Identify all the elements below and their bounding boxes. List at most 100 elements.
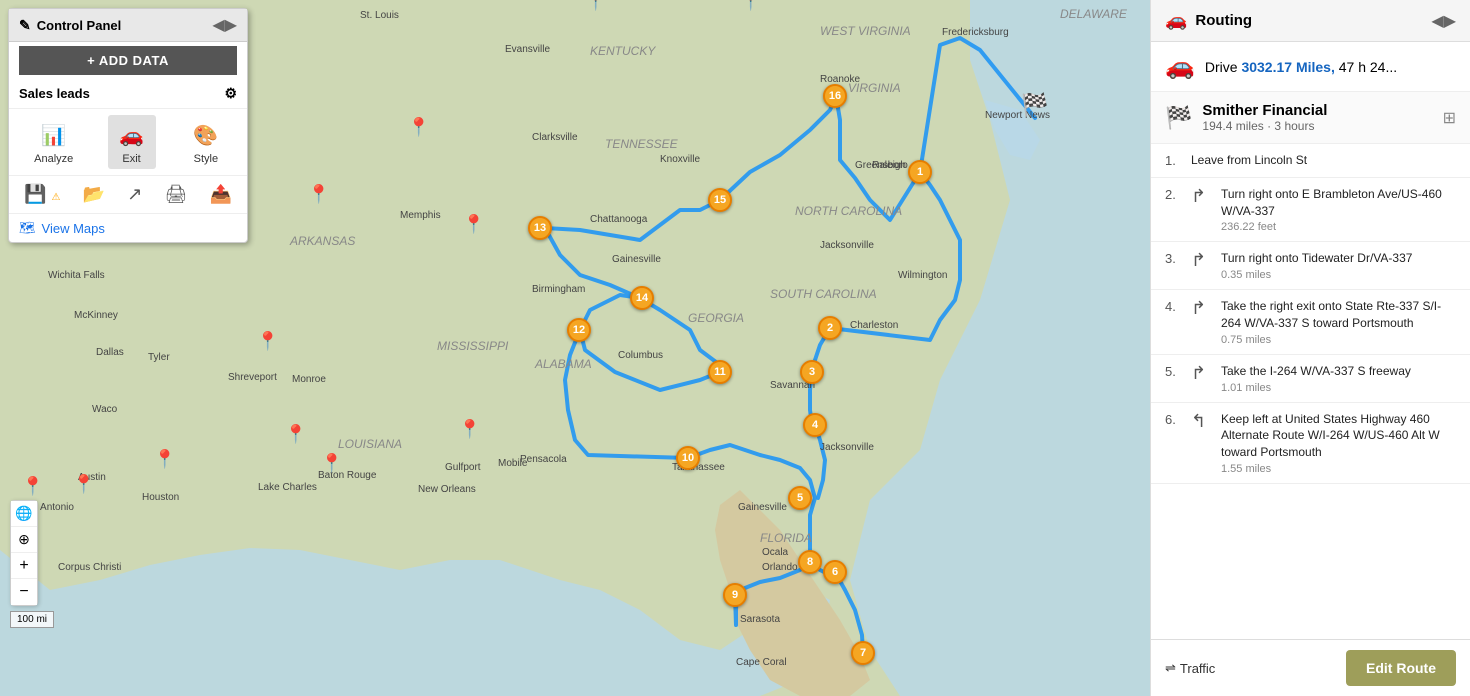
red-pin: 📍: [154, 449, 176, 470]
route-marker-4[interactable]: 4: [803, 413, 827, 437]
export-button[interactable]: 📤: [203, 182, 237, 207]
routing-expand-button[interactable]: ◀▶: [1431, 11, 1456, 31]
route-marker-14[interactable]: 14: [630, 286, 654, 310]
sales-leads-section: Sales leads ⚙: [9, 79, 247, 109]
direction-item-6: 6. ↰ Keep left at United States Highway …: [1151, 403, 1470, 484]
sales-leads-label: Sales leads: [19, 86, 90, 101]
route-marker-9[interactable]: 9: [723, 583, 747, 607]
zoom-out-button[interactable]: −: [11, 579, 37, 605]
zoom-location-button[interactable]: ⊕: [11, 527, 37, 553]
direction-item-4: 4. ↱ Take the right exit onto State Rte-…: [1151, 290, 1470, 355]
dir-text-3: Turn right onto Tidewater Dr/VA-337: [1221, 250, 1456, 267]
svg-text:WEST VIRGINIA: WEST VIRGINIA: [820, 24, 911, 38]
drive-label: Drive: [1205, 59, 1242, 75]
route-marker-8[interactable]: 8: [798, 550, 822, 574]
panel-actions: 💾 ⚠ 📂 ↗ 🖨 📤: [9, 176, 247, 214]
dir-num-3: 3.: [1165, 251, 1181, 266]
dir-num-2: 2.: [1165, 187, 1181, 202]
panel-collapse-button[interactable]: ◀▶: [212, 15, 237, 35]
svg-text:Gainesville: Gainesville: [612, 254, 661, 265]
zoom-globe-button[interactable]: 🌐: [11, 501, 37, 527]
route-marker-2[interactable]: 2: [818, 316, 842, 340]
svg-text:Clarksville: Clarksville: [532, 132, 578, 143]
dir-text-6: Keep left at United States Highway 460 A…: [1221, 411, 1456, 461]
edit-route-button[interactable]: Edit Route: [1346, 650, 1456, 686]
scale-label: 100 mi: [17, 614, 47, 625]
save-button[interactable]: 💾 ⚠: [18, 182, 66, 207]
route-marker-11[interactable]: 11: [708, 360, 732, 384]
route-marker-3[interactable]: 3: [800, 360, 824, 384]
red-pin: 📍: [463, 214, 485, 235]
destination-name: Smither Financial: [1202, 102, 1432, 119]
red-pin: 📍: [459, 419, 481, 440]
svg-text:Jacksonville: Jacksonville: [820, 442, 874, 453]
route-marker-13[interactable]: 13: [528, 216, 552, 240]
route-marker-12[interactable]: 12: [567, 318, 591, 342]
zoom-in-button[interactable]: +: [11, 553, 37, 579]
traffic-label: Traffic: [1180, 661, 1215, 676]
share-button[interactable]: ↗: [121, 182, 148, 207]
share-icon: ↗: [127, 184, 142, 204]
svg-text:SOUTH CAROLINA: SOUTH CAROLINA: [770, 287, 877, 301]
map-container: St. Louis KENTUCKY WEST VIRGINIA DELAWAR…: [0, 0, 1150, 696]
destination-header: 🏁 Smither Financial 194.4 miles · 3 hour…: [1151, 92, 1470, 144]
drive-car-icon: 🚗: [1165, 52, 1195, 81]
direction-item-3: 3. ↱ Turn right onto Tidewater Dr/VA-337…: [1151, 242, 1470, 290]
red-pin: 📍: [740, 0, 762, 12]
dir-text-5: Take the I-264 W/VA-337 S freeway: [1221, 363, 1456, 380]
drive-hours: 47 h 24...: [1339, 59, 1397, 75]
dir-content-4: Take the right exit onto State Rte-337 S…: [1221, 298, 1456, 346]
red-pin: 📍: [285, 424, 307, 445]
red-pin: 📍: [308, 184, 330, 205]
exit-label: Exit: [122, 153, 140, 165]
dir-dist-2: 236.22 feet: [1221, 221, 1456, 233]
routing-header-icons: ◀▶: [1431, 11, 1456, 31]
add-data-button[interactable]: + ADD DATA: [19, 46, 237, 75]
svg-text:NORTH CAROLINA: NORTH CAROLINA: [795, 204, 902, 218]
print-button[interactable]: 🖨: [158, 182, 193, 207]
red-pin: 📍: [22, 476, 44, 497]
traffic-button[interactable]: ⇌ Traffic: [1165, 660, 1215, 676]
svg-text:Sarasota: Sarasota: [740, 614, 780, 625]
svg-text:Monroe: Monroe: [292, 374, 326, 385]
svg-text:Fredericksburg: Fredericksburg: [942, 27, 1009, 38]
dir-num-4: 4.: [1165, 299, 1181, 314]
svg-text:Evansville: Evansville: [505, 44, 550, 55]
svg-text:Pensacola: Pensacola: [520, 454, 567, 465]
svg-text:MISSISSIPPI: MISSISSIPPI: [437, 339, 509, 353]
style-label: Style: [194, 153, 218, 165]
style-tool-button[interactable]: 🎨 Style: [182, 115, 230, 169]
svg-text:Dallas: Dallas: [96, 347, 124, 358]
svg-text:Corpus Christi: Corpus Christi: [58, 562, 121, 573]
svg-text:KENTUCKY: KENTUCKY: [590, 44, 656, 58]
cursor-icon: ✎: [19, 17, 31, 34]
svg-text:LOUISIANA: LOUISIANA: [338, 437, 402, 451]
svg-text:ARKANSAS: ARKANSAS: [289, 234, 355, 248]
analyze-label: Analyze: [34, 153, 73, 165]
route-marker-15[interactable]: 15: [708, 188, 732, 212]
scale-bar: 100 mi: [10, 611, 54, 628]
svg-text:ALABAMA: ALABAMA: [534, 357, 592, 371]
destination-expand-button[interactable]: ⊞: [1443, 108, 1456, 128]
route-marker-7[interactable]: 7: [851, 641, 875, 665]
svg-text:McKinney: McKinney: [74, 310, 118, 321]
route-marker-5[interactable]: 5: [788, 486, 812, 510]
dir-dist-4: 0.75 miles: [1221, 334, 1456, 346]
dir-arrow-3: ↱: [1191, 250, 1211, 271]
directions-list[interactable]: 1. Leave from Lincoln St 2. ↱ Turn right…: [1151, 144, 1470, 639]
route-marker-6[interactable]: 6: [823, 560, 847, 584]
route-marker-10[interactable]: 10: [676, 446, 700, 470]
view-maps-section[interactable]: 🗺 View Maps: [9, 214, 247, 242]
svg-text:FLORIDA: FLORIDA: [760, 531, 812, 545]
dir-text-2: Turn right onto E Brambleton Ave/US-460 …: [1221, 186, 1456, 220]
settings-icon[interactable]: ⚙: [224, 85, 237, 102]
route-marker-1[interactable]: 1: [908, 160, 932, 184]
route-marker-16[interactable]: 16: [823, 84, 847, 108]
folder-button[interactable]: 📂: [77, 182, 111, 207]
exit-tool-button[interactable]: 🚗 Exit: [108, 115, 156, 169]
dir-dist-6: 1.55 miles: [1221, 463, 1456, 475]
analyze-tool-button[interactable]: 📊 Analyze: [26, 115, 81, 169]
dir-num-6: 6.: [1165, 412, 1181, 427]
svg-text:Columbus: Columbus: [618, 350, 663, 361]
control-panel-title: Control Panel: [37, 18, 122, 33]
